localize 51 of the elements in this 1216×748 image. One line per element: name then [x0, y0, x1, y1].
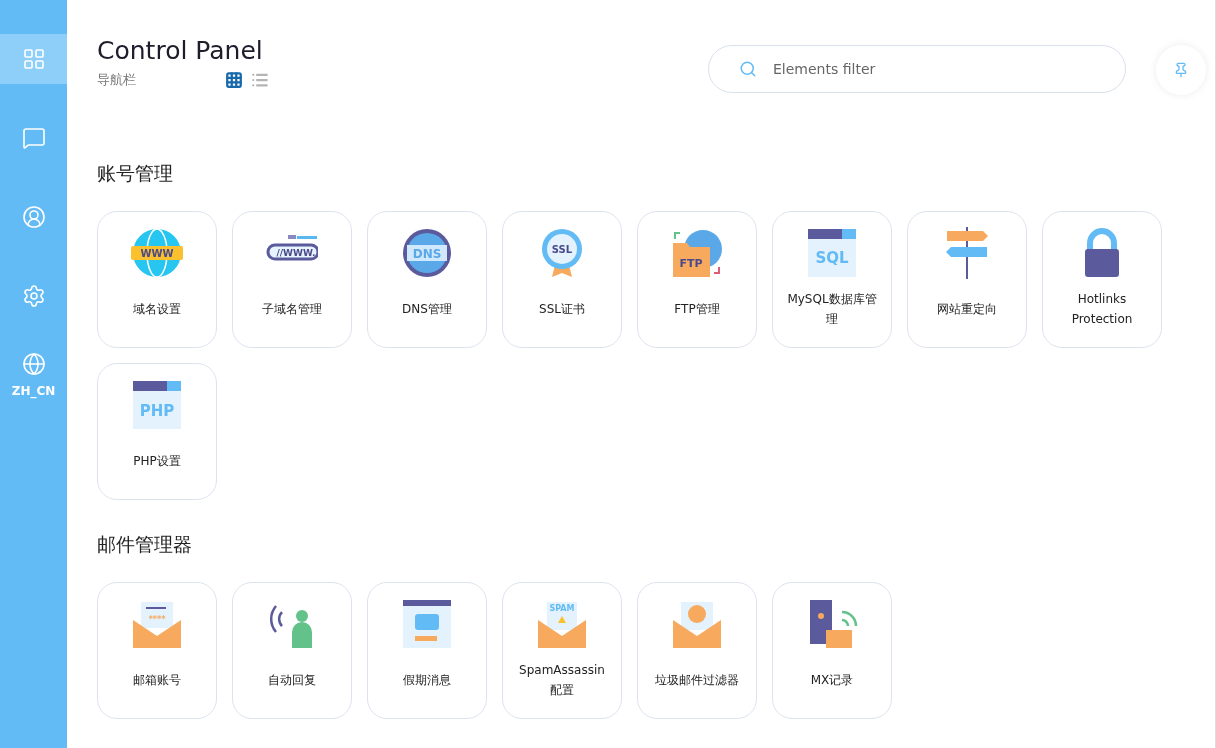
- tool-label: SSL证书: [539, 301, 585, 318]
- grid-view-button[interactable]: [225, 71, 243, 89]
- code-window-icon: PHP: [131, 379, 183, 431]
- tool-card[interactable]: SQL MySQL数据库管理: [772, 211, 892, 348]
- list-view-button[interactable]: [251, 71, 269, 89]
- tool-card[interactable]: **** 邮箱账号: [97, 582, 217, 719]
- tool-label: MySQL数据库管理: [786, 291, 878, 328]
- tool-card[interactable]: SSL SSL证书: [502, 211, 622, 348]
- user-icon: [21, 205, 46, 229]
- tool-label: 自动回复: [268, 672, 316, 689]
- sidebar-item[interactable]: [0, 34, 67, 84]
- tool-label: 假期消息: [403, 672, 451, 689]
- tool-card[interactable]: 垃圾邮件过滤器: [637, 582, 757, 719]
- tool-card[interactable]: 网站重定向: [907, 211, 1027, 348]
- tool-label: Hotlinks Protection: [1070, 291, 1134, 328]
- tool-card[interactable]: WWW 域名设置: [97, 211, 217, 348]
- settings-icon: [21, 284, 46, 308]
- search-input[interactable]: Elements filter: [771, 60, 1101, 78]
- tool-card[interactable]: PHP PHP设置: [97, 363, 217, 500]
- tool-card[interactable]: 自动回复: [232, 582, 352, 719]
- tool-card[interactable]: DNS DNS管理: [367, 211, 487, 348]
- tool-label: 子域名管理: [262, 301, 322, 318]
- tool-label: PHP设置: [133, 453, 181, 470]
- apps-icon: [21, 47, 46, 71]
- tool-label: 垃圾邮件过滤器: [655, 672, 739, 689]
- database-window-icon: SQL: [806, 227, 858, 279]
- tool-label: 网站重定向: [937, 301, 997, 318]
- page-title: Control Panel: [97, 36, 264, 65]
- tool-card[interactable]: SPAM SpamAssassin配置: [502, 582, 622, 719]
- language-label: ZH_CN: [11, 384, 56, 398]
- tool-card[interactable]: //WWW. 子域名管理: [232, 211, 352, 348]
- section-title: 邮件管理器: [97, 532, 193, 557]
- tool-card[interactable]: FTP FTP管理: [637, 211, 757, 348]
- tool-card[interactable]: Hotlinks Protection: [1042, 211, 1162, 348]
- tool-label: DNS管理: [402, 301, 452, 318]
- globe-icon: DNS: [401, 227, 453, 279]
- tool-card[interactable]: 假期消息: [367, 582, 487, 719]
- chat-icon: [21, 126, 46, 150]
- globe-icon: [21, 352, 46, 376]
- tool-label: 域名设置: [133, 301, 181, 318]
- tool-label: FTP管理: [674, 301, 720, 318]
- page-subtitle: 导航栏: [97, 71, 136, 89]
- globe-icon: WWW: [131, 227, 183, 279]
- message-window-icon: [401, 598, 453, 650]
- section-title: 账号管理: [97, 161, 174, 186]
- tool-card[interactable]: MX记录: [772, 582, 892, 719]
- tool-label: MX记录: [810, 672, 854, 689]
- pin-icon: [1173, 62, 1189, 78]
- tool-label: SpamAssassin配置: [518, 662, 606, 699]
- tool-label: 邮箱账号: [133, 672, 181, 689]
- search-icon: [739, 60, 757, 78]
